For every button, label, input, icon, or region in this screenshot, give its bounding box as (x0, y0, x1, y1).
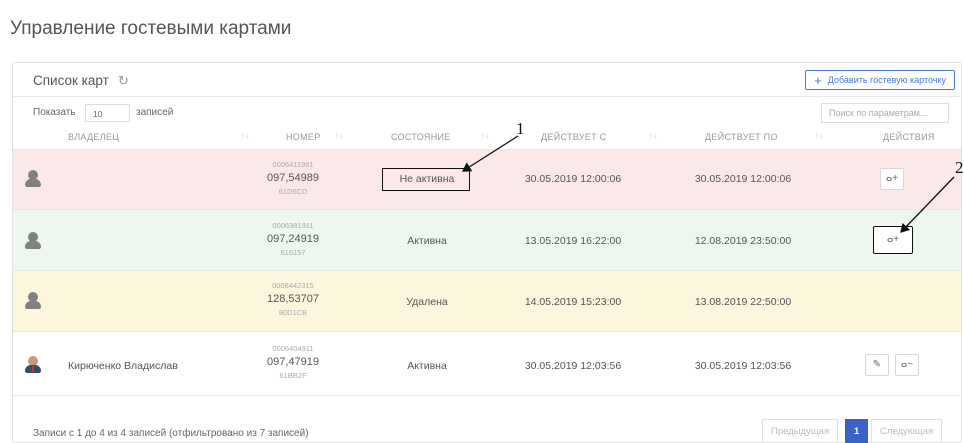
owner-name: Кирюченко Владислав (68, 360, 178, 372)
card-number: 0006404911 097,47919 61BB2F (253, 344, 333, 380)
sort-icon: ↑↓ (335, 131, 344, 140)
plus-icon: + (814, 72, 822, 88)
status-cell: Удалена (406, 296, 448, 308)
user-plus-icon: ⴰ+ (885, 173, 899, 184)
column-label: ДЕЙСТВУЕТ ПО (705, 132, 778, 142)
show-label: Показать (33, 107, 76, 118)
card-number-hex: 61BB2F (279, 371, 307, 380)
column-header-status[interactable]: СОСТОЯНИЕ ↑↓ (383, 127, 513, 149)
valid-from-cell: 30.05.2019 12:03:56 (524, 360, 622, 372)
valid-from-cell: 14.05.2019 15:23:00 (524, 296, 622, 308)
card-number: 0008442315 128,53707 80D1CB (253, 281, 333, 317)
pagination-next[interactable]: Следующая (871, 419, 943, 443)
user-photo-avatar (25, 356, 41, 374)
column-label: ДЕЙСТВУЕТ С (541, 132, 607, 142)
status-cell: Активна (407, 235, 447, 247)
sort-icon: ↑↓ (241, 131, 250, 140)
column-label: СОСТОЯНИЕ (391, 132, 451, 142)
refresh-icon[interactable]: ↻ (118, 73, 129, 89)
pagination-page-1[interactable]: 1 (845, 419, 869, 443)
panel-header: Список карт ↻ + Добавить гостевую карточ… (13, 63, 961, 97)
search-input[interactable]: Поиск по параметрам... (821, 103, 949, 123)
card-number-hex: 61D6CD (278, 187, 308, 196)
sort-icon: ↑↓ (649, 131, 658, 140)
avatar-placeholder-icon (25, 292, 41, 310)
table-row[interactable]: 0006381911 097,24919 616157 Активна 13.0… (13, 209, 961, 270)
card-number-hex: 80D1CB (278, 308, 308, 317)
avatar-placeholder-icon (25, 170, 41, 188)
status-cell: Не активна (399, 173, 455, 185)
column-header-valid-from[interactable]: ДЕЙСТВУЕТ С ↑↓ (513, 127, 683, 149)
column-header-number[interactable]: НОМЕР ↑↓ (253, 127, 383, 149)
user-minus-icon: ⴰ− (900, 359, 914, 370)
valid-from-cell: 13.05.2019 16:22:00 (524, 235, 622, 247)
card-list-title: Список карт (33, 73, 109, 88)
edit-icon: ✎ (872, 359, 882, 370)
sort-icon: ↑↓ (481, 131, 490, 140)
add-button-label: Добавить гостевую карточку (827, 75, 946, 85)
card-number-code: 128,53707 (267, 293, 319, 305)
card-number-id: 0008442315 (272, 281, 314, 290)
sort-icon: ↑↓ (815, 131, 824, 140)
card-number: 0006411981 097,54989 61D6CD (253, 160, 333, 196)
card-number: 0006381911 097,24919 616157 (253, 221, 333, 257)
callout-label-2: 2 (955, 158, 964, 177)
table-controls: Показать 10 записей Поиск по параметрам.… (13, 97, 961, 127)
column-label: ВЛАДЕЛЕЦ (68, 132, 120, 142)
column-header-valid-to[interactable]: ДЕЙСТВУЕТ ПО ↑↓ (683, 127, 853, 149)
assign-user-button[interactable]: ⴰ+ (873, 226, 913, 254)
card-number-id: 0006404911 (272, 344, 314, 353)
valid-from-cell: 30.05.2019 12:00:06 (524, 173, 622, 185)
column-header-owner[interactable]: ВЛАДЕЛЕЦ ↑↓ (13, 127, 253, 149)
status-cell: Активна (407, 360, 447, 372)
add-guest-card-button[interactable]: + Добавить гостевую карточку (805, 70, 955, 90)
column-label: НОМЕР (286, 132, 321, 142)
table-row[interactable]: Кирюченко Владислав 0006404911 097,47919… (13, 331, 961, 396)
callout-label-1: 1 (516, 119, 525, 138)
assign-user-button[interactable]: ⴰ+ (880, 168, 904, 190)
card-number-code: 097,24919 (267, 233, 319, 245)
card-number-code: 097,54989 (267, 172, 319, 184)
valid-to-cell: 12.08.2019 23:50:00 (694, 235, 792, 247)
column-header-actions: ДЕЙСТВИЯ (853, 127, 961, 149)
avatar-placeholder-icon (25, 232, 41, 250)
valid-to-cell: 30.05.2019 12:03:56 (694, 360, 792, 372)
entries-label: записей (136, 107, 174, 118)
card-number-hex: 616157 (280, 248, 306, 257)
pagination-previous[interactable]: Предыдущая (762, 419, 839, 443)
card-number-code: 097,47919 (267, 356, 319, 368)
edit-button[interactable]: ✎ (865, 354, 889, 376)
entries-select[interactable]: 10 (85, 104, 130, 122)
user-plus-icon: ⴰ+ (886, 234, 900, 245)
table-row[interactable]: 0008442315 128,53707 80D1CB Удалена 14.0… (13, 270, 961, 331)
valid-to-cell: 13.08.2019 22:50:00 (694, 296, 792, 308)
remove-user-button[interactable]: ⴰ− (895, 354, 919, 376)
valid-to-cell: 30.05.2019 12:00:06 (694, 173, 792, 185)
table-info: Записи с 1 до 4 из 4 записей (отфильтров… (33, 428, 309, 439)
card-number-id: 0006381911 (272, 221, 314, 230)
table-row[interactable]: 0006411981 097,54989 61D6CD Не активна 3… (13, 149, 961, 209)
card-list-panel: Список карт ↻ + Добавить гостевую карточ… (12, 62, 962, 443)
page-title: Управление гостевыми картами (10, 18, 292, 39)
card-number-id: 0006411981 (272, 160, 314, 169)
column-label: ДЕЙСТВИЯ (883, 132, 935, 142)
